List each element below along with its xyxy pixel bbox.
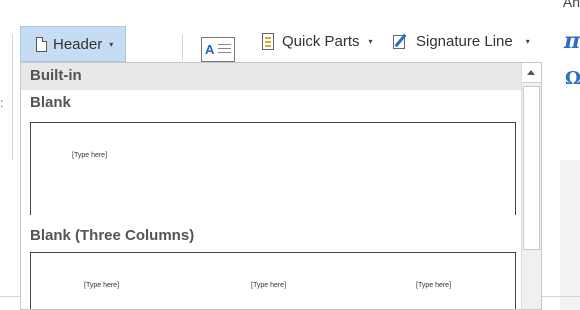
text-lines-icon bbox=[218, 44, 231, 56]
gallery-item-title: Blank (Three Columns) bbox=[30, 227, 195, 244]
dropdown-scrollbar[interactable] bbox=[521, 63, 541, 309]
signature-line-label: Signature Line bbox=[416, 33, 513, 50]
signature-pen-icon bbox=[393, 33, 409, 50]
gallery-item-blank[interactable]: [Type here] bbox=[30, 122, 516, 215]
text-box-button[interactable]: A bbox=[201, 37, 235, 62]
ribbon-group-separator bbox=[12, 34, 13, 160]
ribbon-group-fragment: : bbox=[0, 96, 4, 110]
chevron-down-icon: ▾ bbox=[109, 39, 114, 49]
chevron-down-icon: ▾ bbox=[525, 37, 530, 46]
ribbon-separator bbox=[182, 34, 183, 60]
signature-line-button[interactable]: Signature Line ▾ bbox=[393, 33, 530, 50]
section-label: Built-in bbox=[30, 67, 82, 84]
placeholder-text: [Type here] bbox=[72, 152, 108, 159]
header-gallery-dropdown: Built-in Blank [Type here] Blank (Three … bbox=[20, 62, 542, 310]
placeholder-text: [Type here] bbox=[416, 282, 452, 289]
symbol-icon[interactable]: Ω bbox=[565, 68, 580, 89]
quick-parts-label: Quick Parts bbox=[282, 33, 360, 50]
chevron-down-icon: ▾ bbox=[368, 37, 373, 46]
header-button[interactable]: Header ▾ bbox=[20, 26, 126, 62]
header-page-icon bbox=[36, 36, 47, 52]
equation-icon[interactable]: π bbox=[564, 28, 580, 54]
placeholder-text: [Type here] bbox=[84, 282, 120, 289]
gallery-item-title: Blank bbox=[30, 94, 71, 111]
header-button-label: Header bbox=[53, 35, 103, 53]
text-box-glyph: A bbox=[205, 42, 215, 57]
quick-parts-icon bbox=[262, 33, 274, 50]
gallery-section-header: Built-in bbox=[21, 63, 521, 90]
tab-corner-label[interactable]: An bbox=[563, 0, 580, 10]
scroll-up-arrow-icon[interactable] bbox=[522, 63, 541, 83]
scrollbar-thumb[interactable] bbox=[523, 86, 540, 250]
quick-parts-button[interactable]: Quick Parts ▾ bbox=[262, 33, 373, 50]
gallery-item-blank-three-columns[interactable]: [Type here] [Type here] [Type here] bbox=[30, 252, 516, 309]
placeholder-text: [Type here] bbox=[251, 282, 287, 289]
